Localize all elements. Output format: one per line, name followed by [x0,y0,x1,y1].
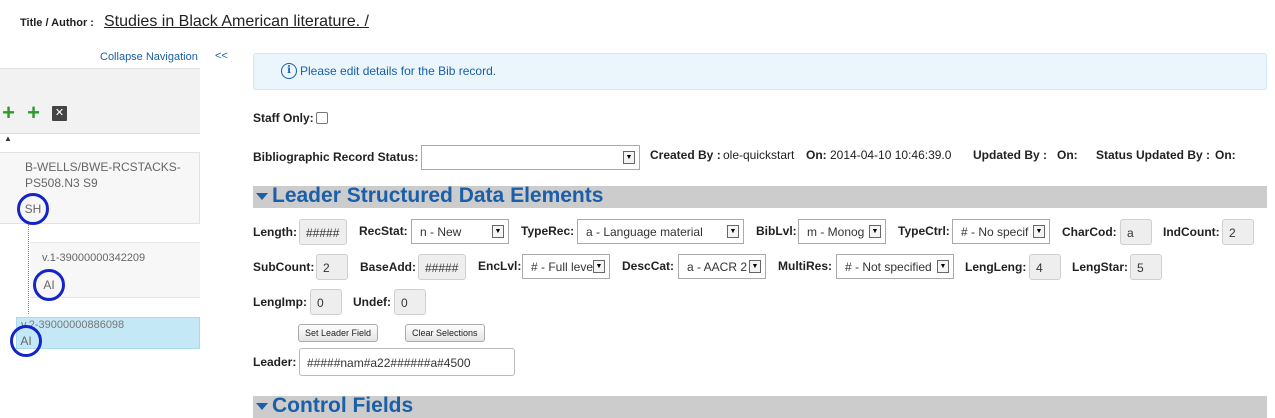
biblvl-select[interactable]: m - Monog ▼ [798,219,886,244]
set-leader-field-button[interactable]: Set Leader Field [298,324,379,342]
updated-by-label: Updated By : [973,148,1048,162]
chevron-down-icon: ▼ [937,260,949,273]
collapse-arrows-icon[interactable]: << [215,50,228,62]
nav-toolbar: + + ✕ [0,68,200,134]
leader-input[interactable]: #####nam#a22######a#4500 [299,348,515,376]
record-status-label: Bibliographic Record Status: [253,150,419,164]
status-updated-by-label: Status Updated By : [1096,148,1211,162]
typectrl-value: # - No specif [961,225,1029,239]
lengleng-field: 4 [1029,254,1061,280]
typectrl-label: TypeCtrl: [898,224,950,238]
typerec-value: a - Language material [586,225,703,239]
leader-label: Leader: [253,355,297,369]
control-fields-section-title: Control Fields [272,394,414,417]
enclvl-label: EncLvl: [478,259,522,273]
baseadd-label: BaseAdd: [360,260,417,274]
indcount-field: 2 [1222,219,1254,245]
desccat-select[interactable]: a - AACR 2 ▼ [678,254,766,279]
baseadd-field: ##### [418,254,466,280]
recstat-value: n - New [420,225,462,239]
desccat-label: DescCat: [622,259,675,273]
biblvl-label: BibLvl: [756,224,797,238]
undef-label: Undef: [353,295,391,309]
chevron-down-icon: ▼ [749,260,761,273]
undef-field: 0 [394,289,426,315]
item-badge: AI [33,269,65,301]
enclvl-select[interactable]: # - Full leve ▼ [522,254,610,279]
holding-location-label: B-WELLS/BWE-RCSTACKS-PS508.N3 S9 [25,160,181,190]
control-fields-section-header[interactable]: Control Fields [253,394,1267,418]
chevron-down-icon: ▼ [1033,225,1045,238]
updated-on-label: On: [1057,148,1078,162]
desccat-value: a - AACR 2 [687,260,748,274]
item-barcode-label: v.1-39000000342209 [42,252,146,264]
multires-select[interactable]: # - Not specified ▼ [836,254,954,279]
charcod-field: a [1120,219,1152,245]
lengstar-field: 5 [1130,254,1162,280]
length-label: Length: [253,225,297,239]
multires-value: # - Not specified [845,260,932,274]
item-badge: AI [10,325,42,357]
length-field: ##### [299,219,347,245]
tree-item-node-selected[interactable]: v.2-39000000886098 [16,317,200,349]
created-by-label: Created By : [650,148,721,162]
info-message-box: i Please edit details for the Bib record… [253,53,1267,90]
close-icon[interactable]: ✕ [52,106,67,121]
lengimp-field: 0 [310,289,342,315]
collapse-triangle-icon [256,193,268,200]
chevron-down-icon: ▼ [869,225,881,238]
indcount-label: IndCount: [1163,225,1220,239]
tree-expand-icon[interactable]: ▲ [4,134,12,143]
subcount-field: 2 [316,254,348,280]
chevron-down-icon: ▼ [623,151,635,164]
title-author-row: Title / Author : Studies in Black Americ… [20,13,369,31]
info-message: Please edit details for the Bib record. [300,64,497,78]
enclvl-value: # - Full leve [531,260,594,274]
chevron-down-icon: ▼ [593,260,605,273]
recstat-select[interactable]: n - New ▼ [411,219,509,244]
leader-section-title: Leader Structured Data Elements [272,184,604,207]
biblvl-value: m - Monog [807,225,865,239]
plus-icon[interactable]: + [26,102,41,124]
created-on-value: 2014-04-10 10:46:39.0 [830,148,952,162]
typerec-select[interactable]: a - Language material ▼ [577,219,744,244]
collapse-navigation-link[interactable]: Collapse Navigation [100,51,198,63]
tree-connector [28,224,29,314]
plus-icon[interactable]: + [1,102,16,124]
created-on-label: On: [806,148,827,162]
holding-badge: SH [17,193,49,225]
clear-selections-button[interactable]: Clear Selections [405,324,485,342]
lengimp-label: LengImp: [253,295,307,309]
staff-only-label: Staff Only: [253,111,314,125]
typerec-label: TypeRec: [521,224,575,238]
recstat-label: RecStat: [359,224,408,238]
title-author-label: Title / Author : [20,17,94,29]
chevron-down-icon: ▼ [727,225,739,238]
status-updated-on-label: On: [1215,148,1236,162]
multires-label: MultiRes: [778,259,832,273]
subcount-label: SubCount: [253,260,315,274]
lengleng-label: LengLeng: [965,260,1027,274]
info-icon: i [281,63,297,79]
typectrl-select[interactable]: # - No specif ▼ [952,219,1050,244]
chevron-down-icon: ▼ [492,225,504,238]
charcod-label: CharCod: [1062,225,1117,239]
lengstar-label: LengStar: [1072,260,1129,274]
record-status-select[interactable]: ▼ [421,145,640,170]
staff-only-checkbox[interactable] [316,112,328,124]
collapse-triangle-icon [256,403,268,410]
title-author-value[interactable]: Studies in Black American literature. / [104,13,369,31]
created-by-value: ole-quickstart [723,148,795,162]
leader-section-header[interactable]: Leader Structured Data Elements [253,184,1267,208]
